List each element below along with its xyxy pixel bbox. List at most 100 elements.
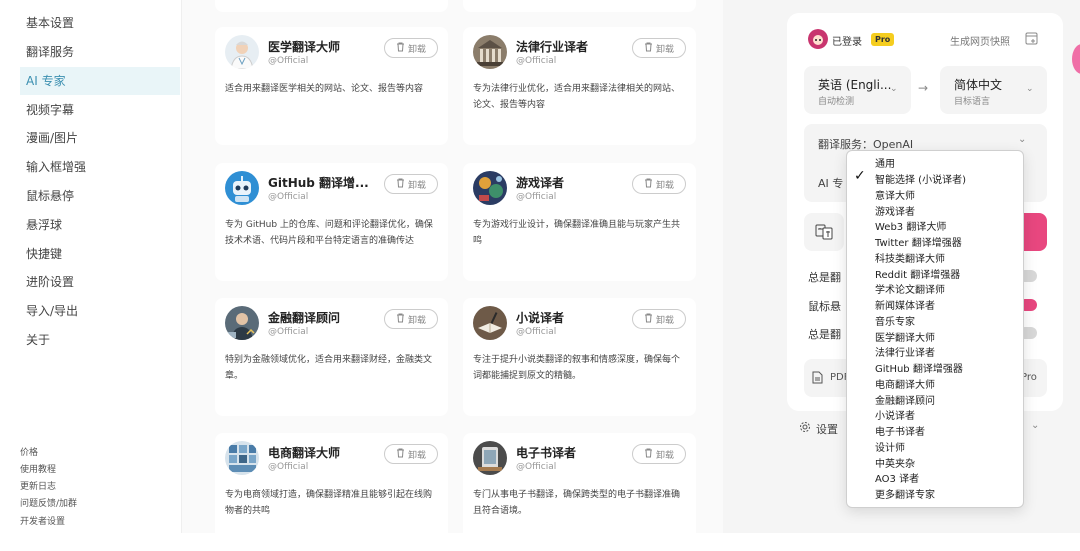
expert-card-medical[interactable]: 医学翻译大师 @Official 卸载 适合用来翻译医学相关的网站、论文、报告等… bbox=[215, 27, 448, 145]
robot-avatar-icon bbox=[225, 171, 259, 205]
uninstall-label: 卸载 bbox=[407, 44, 426, 55]
card-author: @Official bbox=[516, 192, 557, 202]
dropdown-option-legal[interactable]: 法律行业译者 bbox=[875, 344, 935, 359]
trash-icon bbox=[396, 42, 405, 55]
uninstall-button[interactable]: 卸载 bbox=[384, 38, 438, 58]
sidebar-item-floating-ball[interactable]: 悬浮球 bbox=[20, 211, 180, 239]
expert-card-grid: 医学翻译大师 @Official 卸载 适合用来翻译医学相关的网站、论文、报告等… bbox=[182, 0, 723, 551]
trash-icon bbox=[644, 178, 653, 191]
expert-card-ecommerce[interactable]: 电商翻译大师 @Official 卸载 专为电商领域打造，确保翻译精准且能够引起… bbox=[215, 433, 448, 551]
arrow-right-icon[interactable]: → bbox=[918, 81, 928, 95]
dropdown-option-novel[interactable]: 小说译者 bbox=[875, 407, 915, 422]
dropdown-option-web3[interactable]: Web3 翻译大师 bbox=[875, 218, 946, 233]
footer-link-pricing[interactable]: 价格 bbox=[20, 445, 38, 458]
sidebar-item-basic-settings[interactable]: 基本设置 bbox=[20, 9, 180, 37]
login-status: 已登录 bbox=[832, 37, 862, 48]
uninstall-button[interactable]: 卸载 bbox=[384, 174, 438, 194]
translate-mode-icon[interactable] bbox=[804, 213, 844, 251]
snapshot-button[interactable]: 生成网页快照 bbox=[950, 33, 1010, 48]
dropdown-option-smart-select[interactable]: 智能选择 (小说译者) bbox=[875, 171, 966, 186]
dropdown-option-tech[interactable]: 科技类翻译大师 bbox=[875, 250, 945, 265]
footer-link-developer[interactable]: 开发者设置 bbox=[20, 514, 65, 527]
chevron-down-icon[interactable]: ⌄ bbox=[1031, 420, 1039, 431]
trash-icon bbox=[644, 42, 653, 55]
sidebar-item-shortcuts[interactable]: 快捷键 bbox=[20, 240, 180, 268]
source-language-select[interactable]: 英语 (Engli... 自动检测 ⌄ bbox=[804, 66, 911, 114]
uninstall-button[interactable]: 卸载 bbox=[632, 174, 686, 194]
dropdown-option-designer[interactable]: 设计师 bbox=[875, 439, 905, 454]
uninstall-label: 卸载 bbox=[407, 450, 426, 461]
floating-ball[interactable] bbox=[1072, 44, 1080, 74]
book-avatar-icon bbox=[473, 306, 507, 340]
source-language-label: 英语 (Engli... bbox=[818, 78, 892, 92]
footer-link-tutorial[interactable]: 使用教程 bbox=[20, 462, 56, 475]
uninstall-button[interactable]: 卸载 bbox=[384, 444, 438, 464]
ai-expert-dropdown: 通用 ✓ 智能选择 (小说译者) 意译大师 游戏译者 Web3 翻译大师 Twi… bbox=[846, 150, 1024, 508]
uninstall-button[interactable]: 卸载 bbox=[632, 38, 686, 58]
sidebar-item-video-subtitles[interactable]: 视频字幕 bbox=[20, 96, 180, 124]
card-author: @Official bbox=[268, 56, 309, 66]
sidebar-item-translation-service[interactable]: 翻译服务 bbox=[20, 38, 180, 66]
dropdown-option-more-experts[interactable]: 更多翻译专家 bbox=[875, 486, 935, 501]
dropdown-option-reddit[interactable]: Reddit 翻译增强器 bbox=[875, 266, 960, 281]
dropdown-option-twitter[interactable]: Twitter 翻译增强器 bbox=[875, 234, 962, 249]
dropdown-option-github[interactable]: GitHub 翻译增强器 bbox=[875, 360, 963, 375]
snapshot-icon[interactable] bbox=[1025, 32, 1038, 48]
dropdown-option-ebook[interactable]: 电子书译者 bbox=[875, 423, 925, 438]
expert-card-ebook[interactable]: 电子书译者 @Official 卸载 专门从事电子书翻译，确保跨类型的电子书翻译… bbox=[463, 433, 696, 551]
dropdown-option-medical[interactable]: 医学翻译大师 bbox=[875, 329, 935, 344]
dropdown-option-mixed[interactable]: 中英夹杂 bbox=[875, 455, 915, 470]
ebook-avatar-icon bbox=[473, 441, 507, 475]
dropdown-option-academic[interactable]: 学术论文翻译师 bbox=[875, 281, 945, 296]
uninstall-button[interactable]: 卸载 bbox=[632, 444, 686, 464]
dropdown-option-news[interactable]: 新闻媒体译者 bbox=[875, 297, 935, 312]
card-description: 特别为金融领域优化，适合用来翻译财经，金融类文章。 bbox=[225, 355, 433, 381]
sidebar-item-about[interactable]: 关于 bbox=[20, 326, 180, 354]
uninstall-button[interactable]: 卸载 bbox=[632, 309, 686, 329]
dropdown-option-general[interactable]: 通用 bbox=[875, 155, 895, 170]
card-description: 专为法律行业优化，适合用来翻译法律相关的网站、论文、报告等内容 bbox=[473, 84, 681, 110]
trash-icon bbox=[396, 178, 405, 191]
expert-card-legal[interactable]: 法律行业译者 @Official 卸载 专为法律行业优化，适合用来翻译法律相关的… bbox=[463, 27, 696, 145]
card-description: 适合用来翻译医学相关的网站、论文、报告等内容 bbox=[225, 84, 424, 94]
dropdown-option-ao3[interactable]: AO3 译者 bbox=[875, 470, 919, 485]
uninstall-label: 卸载 bbox=[655, 180, 674, 191]
sidebar-item-mouse-hover[interactable]: 鼠标悬停 bbox=[20, 182, 180, 210]
sidebar-item-ai-expert[interactable]: AI 专家 bbox=[20, 67, 180, 95]
settings-link[interactable]: 设置 bbox=[816, 421, 838, 437]
card-description: 专门从事电子书翻译，确保跨类型的电子书翻译准确且符合语境。 bbox=[473, 490, 681, 516]
footer-link-feedback[interactable]: 问题反馈/加群 bbox=[20, 496, 77, 509]
expert-card-github[interactable]: GitHub 翻译增... @Official 卸载 专为 GitHub 上的仓… bbox=[215, 163, 448, 281]
card-description: 专注于提升小说类翻译的叙事和情感深度，确保每个词都能捕捉到原文的精髓。 bbox=[473, 355, 681, 381]
expert-card-game[interactable]: 游戏译者 @Official 卸载 专为游戏行业设计，确保翻译准确且能与玩家产生… bbox=[463, 163, 696, 281]
card-title: 电子书译者 bbox=[516, 446, 577, 460]
trash-icon bbox=[644, 448, 653, 461]
card-author: @Official bbox=[516, 327, 557, 337]
dropdown-option-ecommerce[interactable]: 电商翻译大师 bbox=[875, 376, 935, 391]
footer-link-changelog[interactable]: 更新日志 bbox=[20, 479, 56, 492]
gear-icon[interactable] bbox=[799, 421, 811, 436]
dropdown-option-music[interactable]: 音乐专家 bbox=[875, 313, 915, 328]
expert-card-finance[interactable]: 金融翻译顾问 @Official 卸载 特别为金融领域优化，适合用来翻译财经，金… bbox=[215, 298, 448, 416]
chevron-down-icon: ⌄ bbox=[1018, 134, 1027, 145]
dropdown-option-finance[interactable]: 金融翻译顾问 bbox=[875, 392, 935, 407]
sidebar-item-input-enhance[interactable]: 输入框增强 bbox=[20, 153, 180, 181]
ai-expert-select[interactable]: AI 专 bbox=[818, 175, 843, 191]
uninstall-button[interactable]: 卸载 bbox=[384, 309, 438, 329]
sidebar-item-import-export[interactable]: 导入/导出 bbox=[20, 297, 180, 325]
ecommerce-avatar-icon bbox=[225, 441, 259, 475]
expert-card-novel[interactable]: 小说译者 @Official 卸载 专注于提升小说类翻译的叙事和情感深度，确保每… bbox=[463, 298, 696, 416]
sidebar-item-manga-images[interactable]: 漫画/图片 bbox=[20, 124, 180, 152]
trash-icon bbox=[644, 313, 653, 326]
sidebar-item-advanced[interactable]: 进阶设置 bbox=[20, 268, 180, 296]
uninstall-label: 卸载 bbox=[655, 450, 674, 461]
uninstall-label: 卸载 bbox=[407, 315, 426, 326]
target-language-select[interactable]: 简体中文 目标语言 ⌄ bbox=[940, 66, 1047, 114]
dropdown-option-free-translation[interactable]: 意译大师 bbox=[875, 187, 915, 202]
user-avatar[interactable] bbox=[808, 29, 828, 49]
toggle-label-always-translate: 总是翻 bbox=[808, 271, 841, 284]
source-language-sub: 自动检测 bbox=[818, 97, 855, 107]
dropdown-option-game[interactable]: 游戏译者 bbox=[875, 203, 915, 218]
target-language-sub: 目标语言 bbox=[954, 97, 991, 107]
toggle-label-always-translate-2: 总是翻 bbox=[808, 328, 841, 341]
